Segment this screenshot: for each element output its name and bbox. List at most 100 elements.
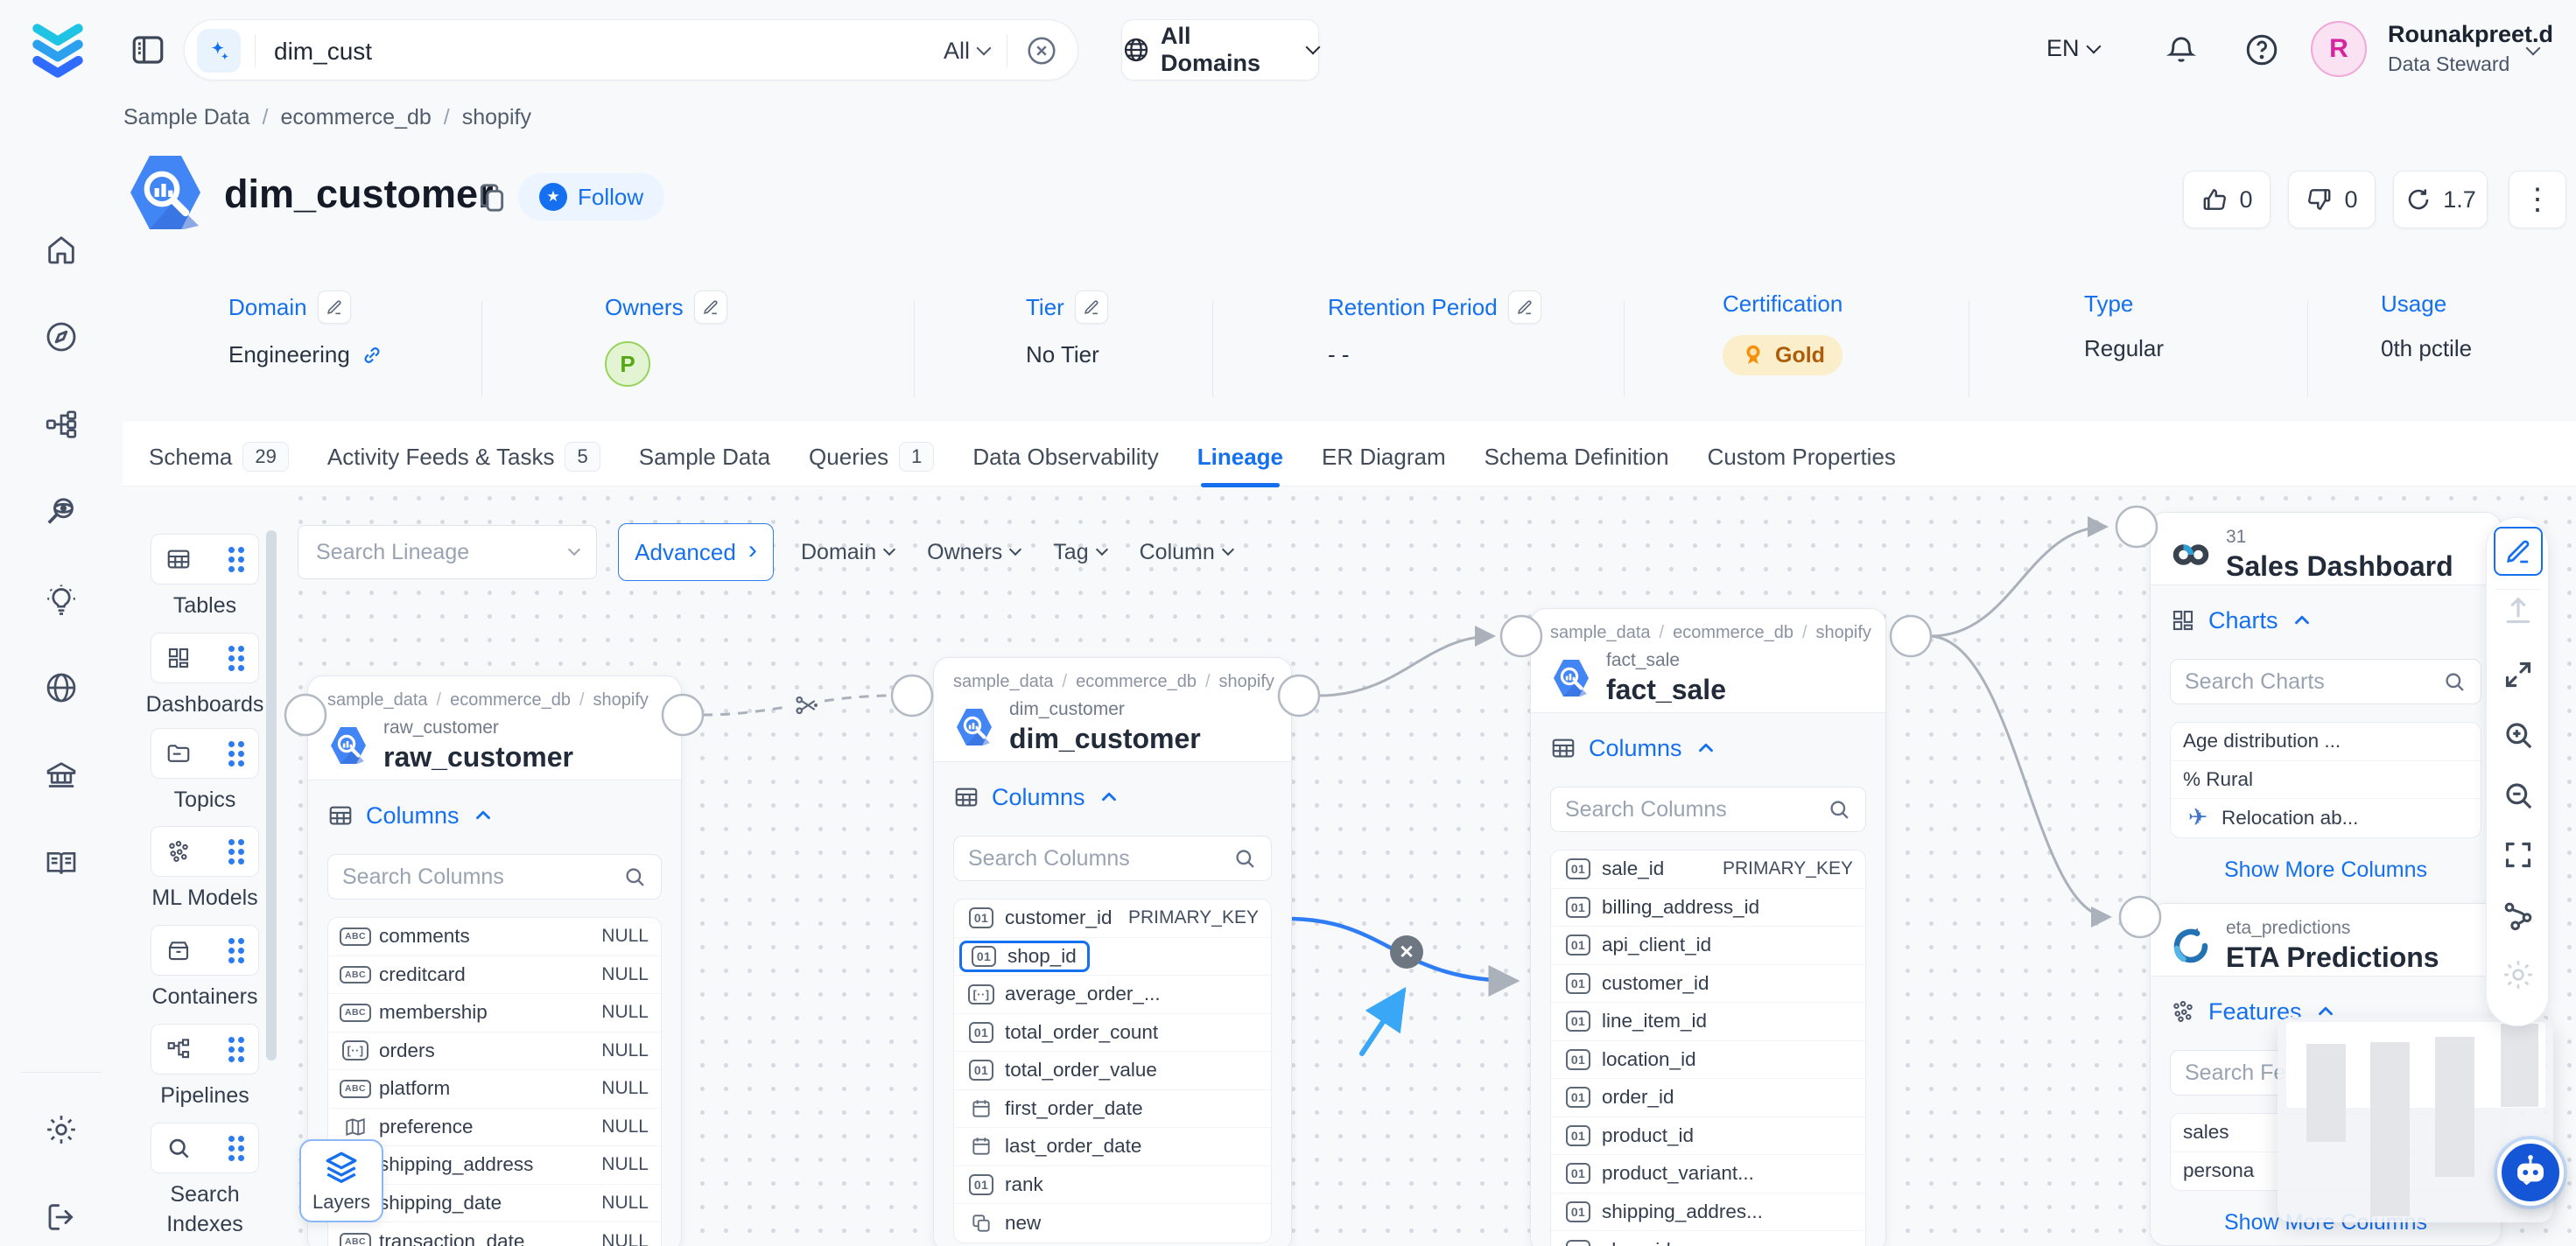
tab-lineage[interactable]: Lineage (1197, 434, 1283, 480)
rail-glossary-icon[interactable] (44, 846, 79, 881)
breadcrumb-item[interactable]: ecommerce_db (280, 105, 431, 130)
column-row-product-id[interactable]: 01product_id (1551, 1117, 1865, 1156)
rail-domains-icon[interactable] (44, 670, 79, 705)
node-search-input[interactable]: Search Columns (1550, 787, 1866, 832)
notifications-bell-icon[interactable] (2165, 33, 2198, 66)
palette-containers[interactable] (151, 925, 259, 976)
column-row-shop-id[interactable]: 01shop_id (1551, 1231, 1865, 1246)
delete-edge-button[interactable]: ✕ (1390, 935, 1423, 969)
copy-name-icon[interactable] (474, 180, 509, 215)
filter-domain-dropdown[interactable]: Domain (801, 540, 894, 565)
column-row-customer-id[interactable]: 01customer_id (1551, 965, 1865, 1004)
rail-governance-icon[interactable] (44, 758, 79, 793)
sidebar-toggle-icon[interactable] (130, 32, 166, 68)
palette-scrollbar[interactable] (266, 530, 277, 1060)
language-dropdown[interactable]: EN (2046, 35, 2099, 62)
filter-tag-dropdown[interactable]: Tag (1053, 540, 1106, 565)
palette-pipelines[interactable] (151, 1024, 259, 1074)
chevron-up-icon[interactable] (1695, 737, 1717, 760)
column-row-new[interactable]: new (954, 1204, 1271, 1242)
fit-view-button[interactable] (2501, 837, 2536, 872)
avatar[interactable]: R (2311, 21, 2367, 77)
node-search-input[interactable]: Search Charts (2170, 659, 2481, 704)
column-row-sale-id[interactable]: 01sale_idPRIMARY_KEY (1551, 850, 1865, 889)
section-toggle[interactable]: Columns (1589, 735, 1682, 762)
domain-link-icon[interactable] (361, 344, 383, 367)
column-row-relocation-ab[interactable]: ✈Relocation ab... (2171, 799, 2481, 837)
column-row-product-variant[interactable]: 01product_variant... (1551, 1155, 1865, 1194)
search-lineage-select[interactable]: Search Lineage (298, 525, 597, 579)
tab-schema-definition[interactable]: Schema Definition (1485, 434, 1669, 480)
column-row-last-order-date[interactable]: last_order_date (954, 1128, 1271, 1166)
rail-logout-icon[interactable] (44, 1200, 79, 1235)
clear-search-icon[interactable] (1025, 34, 1058, 67)
help-icon[interactable] (2243, 32, 2280, 68)
layers-button[interactable]: Layers (299, 1139, 383, 1222)
rail-explore-icon[interactable] (44, 319, 79, 354)
drag-handle-icon[interactable] (228, 1136, 244, 1161)
column-row-creditcard[interactable]: ABCcreditcardNULL (328, 956, 661, 995)
zoom-out-button[interactable] (2501, 778, 2536, 813)
more-actions-button[interactable]: ⋮ (2509, 171, 2566, 228)
edit-pencil-button[interactable] (1075, 290, 1108, 324)
column-row-rank[interactable]: 01rank (954, 1166, 1271, 1205)
edit-pencil-button[interactable] (1508, 290, 1541, 324)
column-row-preference[interactable]: preferenceNULL (328, 1109, 661, 1147)
filter-column-dropdown[interactable]: Column (1140, 540, 1232, 565)
palette-search-indexes[interactable] (151, 1123, 259, 1173)
chat-assistant-button[interactable] (2497, 1139, 2564, 1206)
advanced-search-button[interactable]: Advanced› (618, 523, 774, 581)
lineage-node-sales_dashboard[interactable]: 31 Sales Dashboard Charts Search Charts … (2150, 512, 2502, 914)
drag-handle-icon[interactable] (228, 547, 244, 572)
column-row-billing-address-id[interactable]: 01billing_address_id (1551, 889, 1865, 928)
column-row-shipping-addres[interactable]: 01shipping_addres... (1551, 1194, 1865, 1232)
user-menu-caret[interactable] (2528, 42, 2538, 58)
show-more-columns-link[interactable]: Show More Columns (2170, 858, 2481, 883)
global-search[interactable]: dim_cust All (184, 19, 1078, 80)
palette-topics[interactable] (151, 728, 259, 779)
version-button[interactable]: 1.7 (2393, 171, 2488, 228)
expand-button[interactable] (2501, 657, 2536, 692)
tab-queries[interactable]: Queries1 (809, 434, 934, 480)
column-row-total-order-value[interactable]: 01total_order_value (954, 1052, 1271, 1090)
rail-insights-icon[interactable] (44, 583, 79, 618)
column-row-location-id[interactable]: 01location_id (1551, 1041, 1865, 1080)
pipeline-edge-icon[interactable] (790, 690, 825, 721)
section-toggle[interactable]: Columns (992, 784, 1085, 811)
chevron-up-icon[interactable] (1098, 786, 1120, 808)
lineage-node-fact_sale[interactable]: sample_data/ecommerce_db/shopify fact_sa… (1530, 608, 1886, 1246)
column-row-line-item-id[interactable]: 01line_item_id (1551, 1003, 1865, 1041)
column-row-order-id[interactable]: 01order_id (1551, 1079, 1865, 1117)
drag-handle-icon[interactable] (228, 741, 244, 766)
downvote-button[interactable]: 0 (2288, 171, 2376, 228)
column-row-orders[interactable]: [··]ordersNULL (328, 1032, 661, 1071)
tab-activity-feeds-tasks[interactable]: Activity Feeds & Tasks5 (327, 434, 600, 480)
filter-owners-dropdown[interactable]: Owners (927, 540, 1020, 565)
owner-avatar[interactable]: P (605, 341, 650, 387)
settings-button[interactable] (2501, 957, 2536, 992)
drag-handle-icon[interactable] (228, 938, 244, 963)
meta-value[interactable]: Engineering (228, 341, 350, 368)
drag-handle-icon[interactable] (228, 1037, 244, 1062)
rail-data-quality-icon[interactable] (44, 494, 79, 529)
zoom-in-button[interactable] (2501, 718, 2536, 752)
tab-er-diagram[interactable]: ER Diagram (1322, 434, 1446, 480)
lineage-node-dim_customer[interactable]: sample_data/ecommerce_db/shopify dim_cus… (933, 657, 1292, 1246)
rail-settings-icon[interactable] (44, 1112, 79, 1147)
column-row-comments[interactable]: ABCcommentsNULL (328, 918, 661, 956)
ai-sparkle-icon[interactable] (197, 29, 241, 73)
chevron-up-icon[interactable] (472, 804, 495, 827)
tab-schema[interactable]: Schema29 (149, 434, 289, 480)
column-row-customer-id[interactable]: 01customer_idPRIMARY_KEY (954, 900, 1271, 938)
tab-data-observability[interactable]: Data Observability (972, 434, 1158, 480)
column-row-rural[interactable]: % Rural (2171, 761, 2481, 800)
breadcrumb-item[interactable]: shopify (462, 105, 531, 130)
lineage-layers-button[interactable] (2501, 899, 2536, 934)
edit-pencil-button[interactable] (694, 290, 727, 324)
app-logo-icon[interactable] (30, 19, 86, 79)
rail-lineage-icon[interactable] (44, 407, 79, 442)
edit-pencil-button[interactable] (318, 290, 351, 324)
chevron-up-icon[interactable] (2291, 609, 2313, 632)
edit-lineage-button[interactable] (2494, 527, 2543, 576)
drag-handle-icon[interactable] (228, 646, 244, 671)
